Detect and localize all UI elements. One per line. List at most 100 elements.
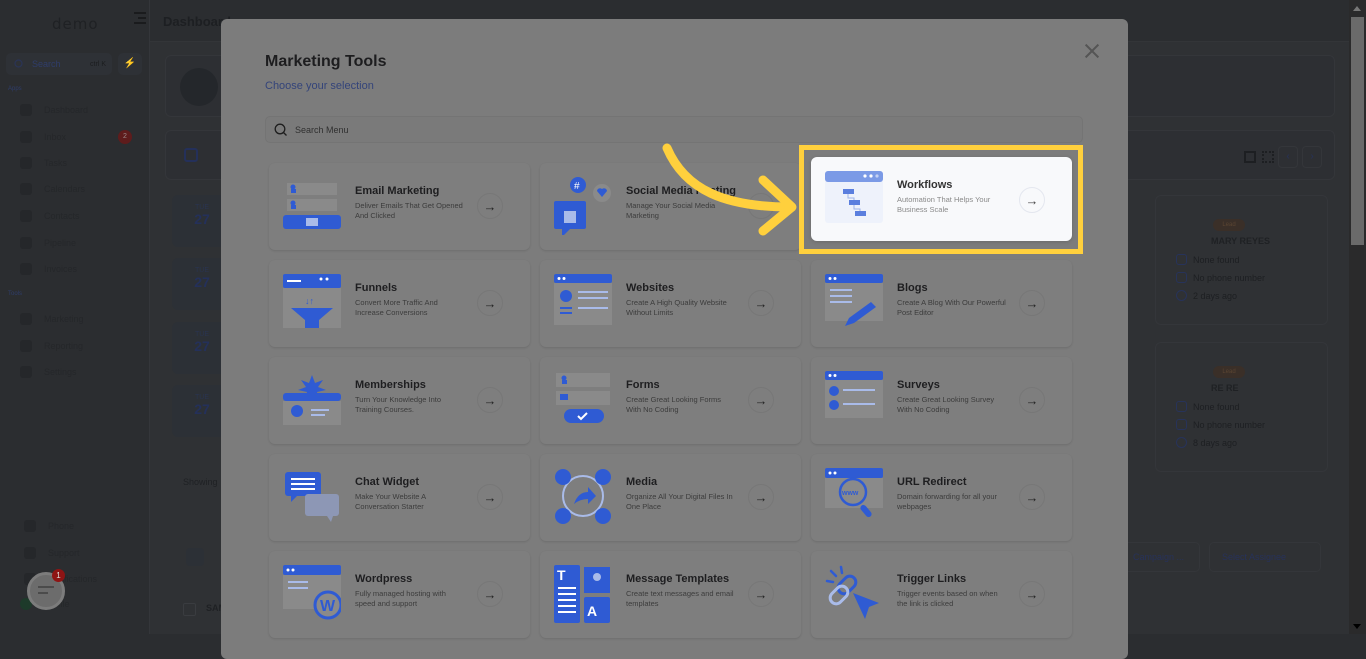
camera-icon[interactable] (180, 68, 218, 106)
arrow-right-icon[interactable]: → (748, 193, 774, 219)
websites-illustration-icon (554, 274, 612, 325)
blogs-illustration-icon (825, 274, 883, 326)
apps-section-label: Apps (8, 86, 22, 92)
tool-card-trigger-links[interactable]: Trigger Links Trigger events based on wh… (811, 551, 1072, 638)
sidebar-item-calendars[interactable]: Calendars (20, 180, 85, 198)
search-menu-field[interactable] (265, 116, 1083, 143)
sidebar-item-reporting[interactable]: Reporting (20, 337, 83, 355)
tool-title: Chat Widget (355, 476, 420, 488)
sidebar-item-pipeline[interactable]: Pipeline (20, 234, 76, 252)
arrow-right-icon[interactable]: → (477, 193, 503, 219)
arrow-right-icon[interactable]: → (477, 387, 503, 413)
megaphone-icon (20, 313, 32, 325)
tool-title: Social Media Posting (626, 185, 737, 197)
arrow-right-icon[interactable]: → (748, 484, 774, 510)
tool-card-memberships[interactable]: Memberships Turn Your Knowledge Into Tra… (269, 357, 530, 444)
contact-name: MARY REYES (1211, 236, 1271, 246)
next-button[interactable]: › (1302, 146, 1322, 168)
support-icon (24, 547, 36, 559)
phone-icon (1176, 272, 1187, 283)
url-redirect-illustration-icon: www (825, 468, 883, 518)
task-checkbox[interactable] (183, 603, 196, 616)
contact-card[interactable]: Lead RE RE None found No phone number 8 … (1155, 342, 1328, 472)
list-view-icon[interactable] (1244, 151, 1256, 163)
arrow-right-icon[interactable]: → (1019, 290, 1045, 316)
tool-card-forms[interactable]: Forms Create Great Looking Forms With No… (540, 357, 801, 444)
scroll-up-arrow[interactable] (1353, 6, 1361, 11)
tools-section-label: Tools (8, 291, 23, 297)
prev-button[interactable]: ‹ (1278, 146, 1298, 168)
svg-text:T: T (557, 567, 566, 583)
search-icon (14, 59, 23, 68)
clipboard-icon (20, 157, 32, 169)
phone-icon (1176, 419, 1187, 430)
search-shortcut: ctrl K (90, 60, 106, 68)
tools-grid: Email Marketing Deliver Emails That Get … (269, 157, 1072, 638)
svg-text:#: # (574, 181, 580, 192)
tool-card-surveys[interactable]: Surveys Create Great Looking Survey With… (811, 357, 1072, 444)
sidebar-item-dashboard[interactable]: Dashboard (20, 101, 88, 119)
sidebar-item-inbox[interactable]: Inbox (20, 128, 66, 146)
tool-card-websites[interactable]: Websites Create A High Quality Website W… (540, 260, 801, 347)
person-icon (20, 210, 32, 222)
search-menu-input[interactable] (295, 124, 995, 135)
tool-card-url-redirect[interactable]: www URL Redirect Domain forwarding for a… (811, 454, 1072, 541)
tool-card-chat-widget[interactable]: Chat Widget Make Your Website A Conversa… (269, 454, 530, 541)
tool-title: Wordpress (355, 573, 413, 585)
sidebar-item-contacts[interactable]: Contacts (20, 207, 80, 225)
memberships-illustration-icon (283, 375, 341, 425)
tool-card-wordpress[interactable]: W Wordpress Fully managed hosting with s… (269, 551, 530, 638)
menu-toggle-icon[interactable] (134, 12, 146, 24)
tool-description: Convert More Traffic And Increase Conver… (355, 298, 438, 317)
tool-title: Message Templates (626, 573, 730, 585)
sidebar-item-support[interactable]: Support (24, 544, 80, 562)
sidebar-item-settings[interactable]: Settings (20, 363, 77, 381)
tool-card-blogs[interactable]: Blogs Create A Blog With Our Powerful Po… (811, 260, 1072, 347)
modal-subtitle: Choose your selection (265, 80, 374, 92)
scroll-thumb[interactable] (1351, 17, 1364, 245)
arrow-right-icon[interactable]: → (748, 290, 774, 316)
arrow-right-icon[interactable]: → (748, 387, 774, 413)
scroll-down-arrow[interactable] (1353, 624, 1361, 629)
tool-card-media[interactable]: Media Organize All Your Digital Files In… (540, 454, 801, 541)
logo: demo (52, 15, 99, 33)
company-icon (1176, 401, 1187, 412)
sidebar-item-marketing[interactable]: Marketing (20, 310, 84, 328)
close-icon[interactable] (1083, 42, 1101, 60)
arrow-right-icon[interactable]: → (1019, 581, 1045, 607)
tool-description: Make Your Website A Conversation Starter (355, 492, 426, 511)
quick-action-button[interactable]: ⚡ (118, 53, 142, 75)
chat-widget-illustration-icon (285, 472, 339, 522)
gear-icon (20, 366, 32, 378)
arrow-right-icon[interactable]: → (1019, 187, 1045, 213)
message-templates-illustration-icon: TA (554, 565, 610, 623)
tool-title: Email Marketing (355, 185, 440, 197)
contact-card[interactable]: Lead MARY REYES None found No phone numb… (1155, 195, 1328, 325)
arrow-right-icon[interactable]: → (748, 581, 774, 607)
sidebar-search[interactable]: Search ctrl K (6, 53, 112, 75)
arrow-right-icon[interactable]: → (1019, 387, 1045, 413)
tool-title: Blogs (897, 282, 928, 294)
tool-card-workflows[interactable]: Workflows Automation That Helps Your Bus… (811, 157, 1072, 241)
arrow-right-icon[interactable]: → (477, 581, 503, 607)
grid-view-icon[interactable] (1262, 151, 1274, 163)
calendar-icon (184, 148, 198, 162)
grid-icon (20, 104, 32, 116)
tool-card-message-templates[interactable]: TA Message Templates Create text message… (540, 551, 801, 638)
assignee-select[interactable]: Select Assignee (1209, 542, 1321, 572)
campaign-select[interactable]: Campaign ... (1120, 542, 1200, 572)
arrow-right-icon[interactable]: → (1019, 484, 1045, 510)
svg-text:A: A (587, 603, 597, 619)
funnels-illustration-icon: ↓↑ (283, 274, 341, 328)
phone-icon (24, 520, 36, 532)
sidebar-item-invoices[interactable]: Invoices (20, 260, 77, 278)
tool-card-email-marketing[interactable]: Email Marketing Deliver Emails That Get … (269, 163, 530, 250)
page-scrollbar[interactable] (1349, 0, 1366, 634)
sidebar-item-tasks[interactable]: Tasks (20, 154, 67, 172)
arrow-right-icon[interactable]: → (477, 290, 503, 316)
arrow-right-icon[interactable]: → (477, 484, 503, 510)
forms-illustration-icon (556, 373, 610, 423)
sidebar-item-phone[interactable]: Phone (24, 517, 74, 535)
tool-card-funnels[interactable]: ↓↑ Funnels Convert More Traffic And Incr… (269, 260, 530, 347)
tool-card-social-media-posting[interactable]: # Social Media Posting Manage Your Socia… (540, 163, 801, 250)
